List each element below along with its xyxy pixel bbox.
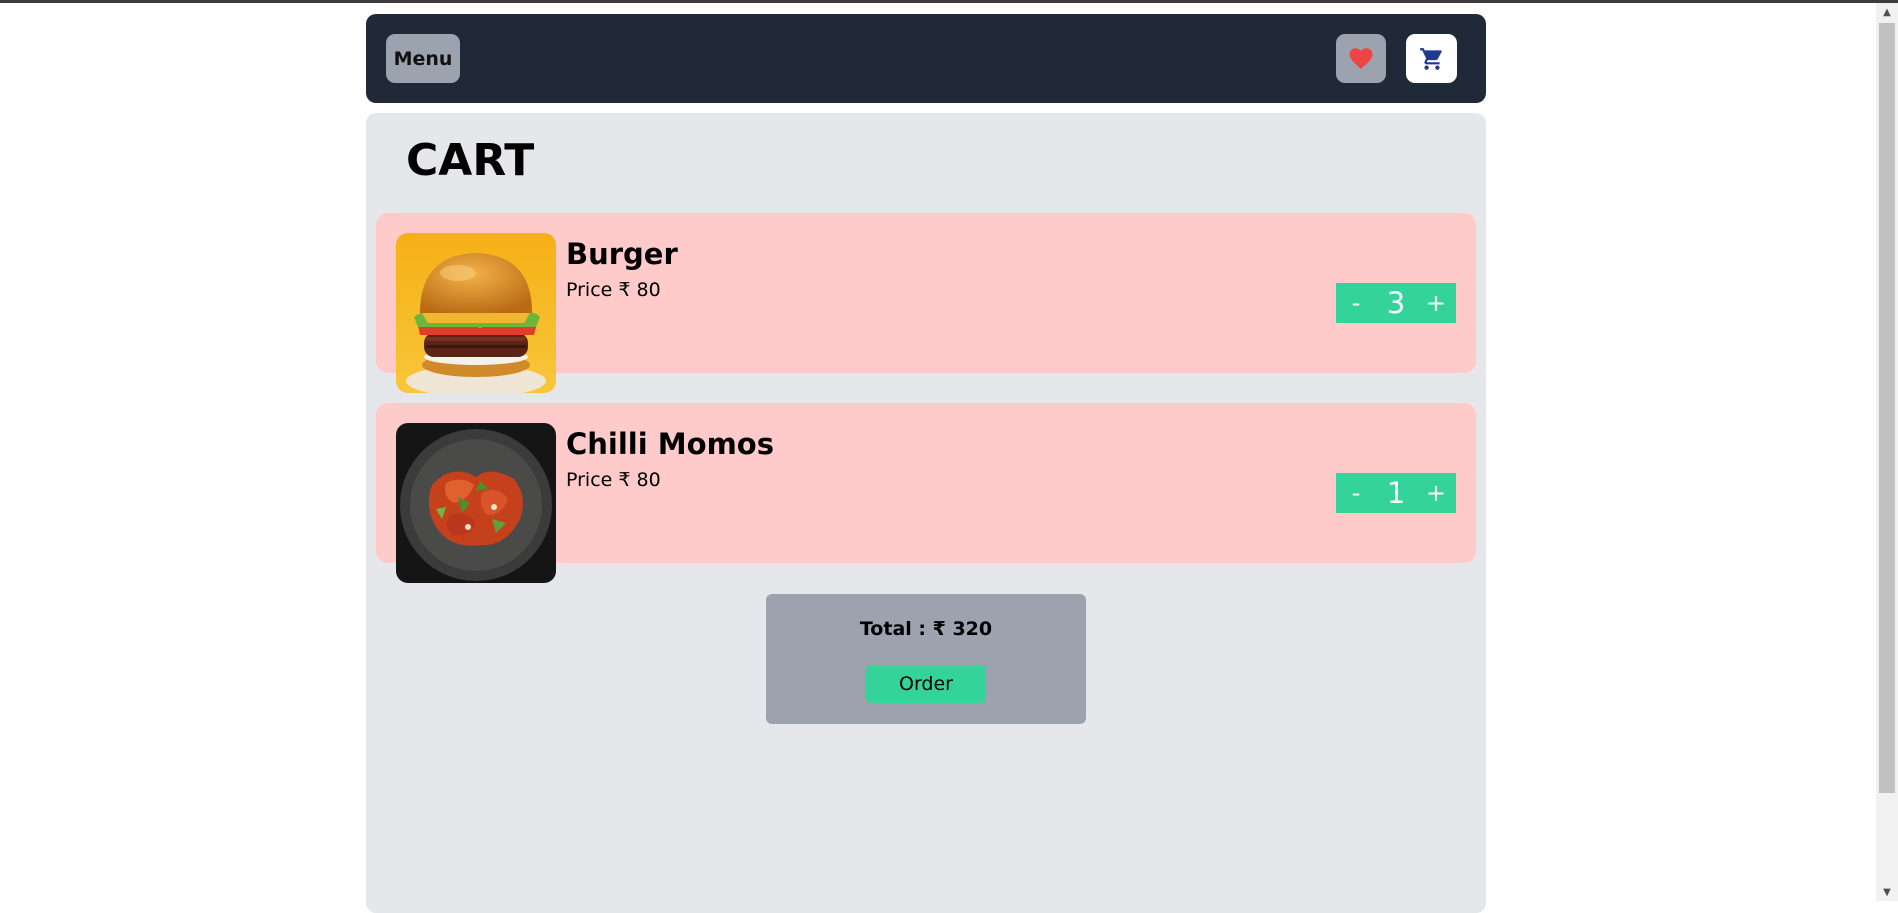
page-title: CART (406, 135, 535, 186)
decrease-quantity-button[interactable]: - (1336, 473, 1376, 513)
menu-button[interactable]: Menu (386, 34, 460, 83)
heart-icon (1349, 47, 1373, 69)
scrollbar-thumb[interactable] (1879, 23, 1895, 793)
quantity-value: 3 (1386, 286, 1406, 320)
item-price: Price ₹ 80 (566, 279, 661, 301)
increase-quantity-button[interactable]: + (1416, 473, 1456, 513)
burger-image (396, 233, 556, 393)
quantity-value: 1 (1386, 476, 1406, 510)
quantity-stepper: - 1 + (1336, 473, 1456, 513)
favorites-button[interactable] (1336, 34, 1386, 83)
scroll-up-arrow-icon[interactable]: ▲ (1876, 3, 1898, 21)
page: Menu CART Burger Price ₹ 80 - 3 + Chilli… (0, 3, 1876, 913)
order-button[interactable]: Order (866, 665, 986, 703)
shopping-cart-icon (1419, 47, 1442, 70)
item-name: Burger (566, 237, 678, 271)
item-price: Price ₹ 80 (566, 469, 661, 491)
quantity-stepper: - 3 + (1336, 283, 1456, 323)
navbar: Menu (366, 14, 1486, 103)
cart-item-burger: Burger Price ₹ 80 - 3 + (376, 213, 1476, 393)
item-name: Chilli Momos (566, 427, 774, 461)
scroll-down-arrow-icon[interactable]: ▼ (1876, 883, 1898, 901)
order-summary: Total : ₹ 320 Order (766, 594, 1086, 724)
cart-item-chilli-momos: Chilli Momos Price ₹ 80 - 1 + (376, 403, 1476, 583)
vertical-scrollbar[interactable]: ▲ ▼ (1876, 3, 1898, 901)
total-amount: Total : ₹ 320 (859, 618, 993, 640)
decrease-quantity-button[interactable]: - (1336, 283, 1376, 323)
increase-quantity-button[interactable]: + (1416, 283, 1456, 323)
cart-button[interactable] (1406, 34, 1457, 83)
chilli-momos-image (396, 423, 556, 583)
cart-panel: CART Burger Price ₹ 80 - 3 + Chilli Momo… (366, 113, 1486, 913)
